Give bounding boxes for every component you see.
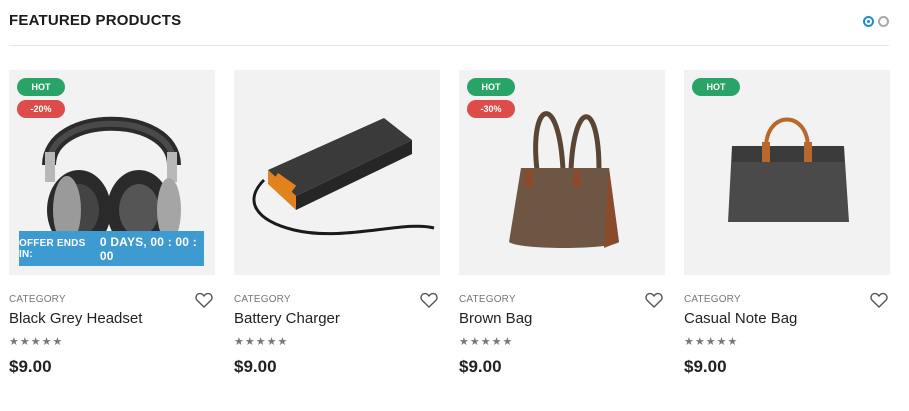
product-category[interactable]: CATEGORY bbox=[459, 294, 516, 305]
star-rating: ★★★★★ bbox=[9, 336, 64, 348]
hot-badge: HOT bbox=[692, 78, 740, 96]
product-price: $9.00 bbox=[9, 357, 52, 376]
heart-icon[interactable] bbox=[420, 292, 438, 308]
section-title: FEATURED PRODUCTS bbox=[9, 12, 182, 29]
note-bag-image bbox=[728, 117, 849, 222]
product-price: $9.00 bbox=[234, 357, 277, 376]
product-name[interactable]: Brown Bag bbox=[459, 310, 532, 327]
offer-label: OFFER ENDS IN: bbox=[19, 237, 86, 260]
hot-badge: HOT bbox=[17, 78, 65, 96]
product-category[interactable]: CATEGORY bbox=[234, 294, 291, 305]
product-image[interactable]: HOT bbox=[684, 70, 890, 275]
product-image[interactable] bbox=[234, 70, 440, 275]
heart-icon[interactable] bbox=[870, 292, 888, 308]
star-rating: ★★★★★ bbox=[459, 336, 514, 348]
product-image[interactable]: HOT -20% OFFER ENDS IN: 0 DAYS, 00 : 00 … bbox=[9, 70, 215, 275]
battery-charger-image bbox=[252, 118, 435, 236]
product-image[interactable]: HOT -30% bbox=[459, 70, 665, 275]
heart-icon[interactable] bbox=[195, 292, 213, 308]
countdown-value: 0 DAYS, 00 : 00 : 00 bbox=[99, 234, 197, 263]
discount-badge: -20% bbox=[17, 100, 65, 118]
product-card[interactable]: HOT CATEGORY Casual Note Bag ★★★★★ $9.00 bbox=[684, 70, 890, 376]
product-card[interactable]: CATEGORY Battery Charger ★★★★★ $9.00 bbox=[234, 70, 440, 376]
product-price: $9.00 bbox=[684, 357, 727, 376]
pager bbox=[863, 16, 889, 27]
heart-icon[interactable] bbox=[645, 292, 663, 308]
star-rating: ★★★★★ bbox=[234, 336, 289, 348]
offer-countdown: OFFER ENDS IN: 0 DAYS, 00 : 00 : 00 bbox=[19, 231, 204, 266]
section-divider bbox=[9, 45, 889, 46]
pager-dot-2[interactable] bbox=[878, 16, 889, 27]
product-price: $9.00 bbox=[459, 357, 502, 376]
product-name[interactable]: Black Grey Headset bbox=[9, 310, 142, 327]
discount-badge: -30% bbox=[467, 100, 515, 118]
product-category[interactable]: CATEGORY bbox=[684, 294, 741, 305]
product-card[interactable]: HOT -20% OFFER ENDS IN: 0 DAYS, 00 : 00 … bbox=[9, 70, 215, 376]
hot-badge: HOT bbox=[467, 78, 515, 96]
product-category[interactable]: CATEGORY bbox=[9, 294, 66, 305]
pager-dot-1[interactable] bbox=[863, 16, 874, 27]
star-rating: ★★★★★ bbox=[684, 336, 739, 348]
product-name[interactable]: Battery Charger bbox=[234, 310, 340, 327]
product-name[interactable]: Casual Note Bag bbox=[684, 310, 797, 327]
product-card[interactable]: HOT -30% CATEGORY Brown Bag ★★★★★ $9.00 bbox=[459, 70, 665, 376]
